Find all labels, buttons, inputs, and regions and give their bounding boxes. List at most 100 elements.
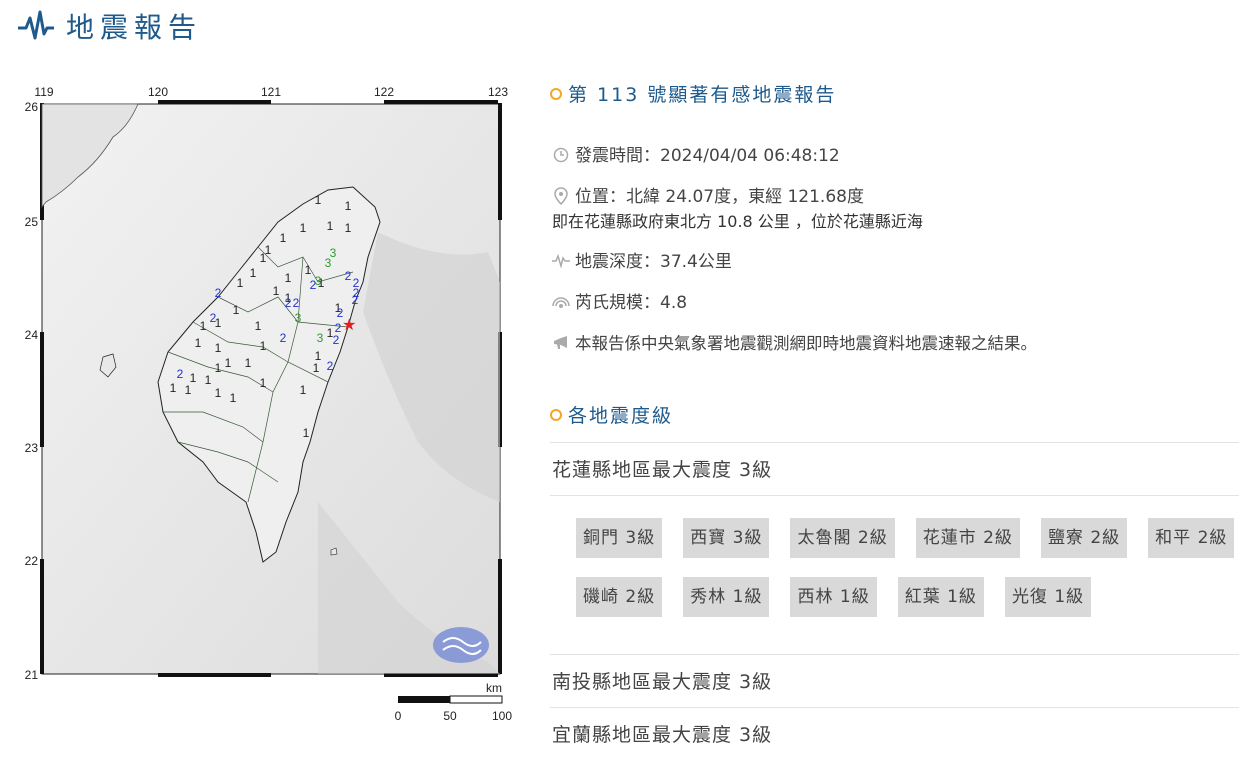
magnitude-row: 芮氏規模：4.8 <box>552 292 1239 314</box>
intensity-list: 花蓮縣地區最大震度 3級 銅門 3級 西寶 3級 太魯閣 2級 花蓮市 2級 鹽… <box>550 442 1239 760</box>
scale-tick-label: 50 <box>443 709 457 722</box>
station-intensity-label: 1 <box>300 383 307 397</box>
region-hualien[interactable]: 花蓮縣地區最大震度 3級 <box>550 443 1239 495</box>
station-chip: 鹽寮 2級 <box>1040 518 1128 558</box>
station-intensity-label: 1 <box>260 251 267 265</box>
magnitude: 芮氏規模：4.8 <box>575 293 688 313</box>
station-intensity-label: 1 <box>237 276 244 290</box>
station-intensity-label: 1 <box>273 284 280 298</box>
station-intensity-label: 3 <box>330 246 337 260</box>
station-intensity-label: 3 <box>317 331 324 345</box>
region-nantou[interactable]: 南投縣地區最大震度 3級 <box>550 655 1239 707</box>
longitude-tick-label: 121 <box>261 85 281 99</box>
station-intensity-label: 1 <box>305 263 312 277</box>
note-row: 本報告係中央氣象署地震觀測網即時地震資料地震速報之結果。 <box>552 333 1239 355</box>
origin-time: 發震時間：2024/04/04 06:48:12 <box>575 146 840 166</box>
report-note: 本報告係中央氣象署地震觀測網即時地震資料地震速報之結果。 <box>575 334 1037 353</box>
location-block: 位置：北緯 24.07度，東經 121.68度 即在花蓮縣政府東北方 10.8 … <box>552 186 1239 232</box>
station-intensity-label: 1 <box>195 336 202 350</box>
station-intensity-label: 1 <box>215 341 222 355</box>
station-intensity-label: 2 <box>293 296 300 310</box>
scale-tick-label: 100 <box>492 709 512 722</box>
page-title: 地震報告 <box>66 11 203 44</box>
cwa-logo <box>433 627 489 663</box>
station-chip: 花蓮市 2級 <box>915 518 1020 558</box>
station-intensity-label: 3 <box>315 274 322 288</box>
depth: 地震深度：37.4公里 <box>575 252 732 272</box>
station-intensity-label: 1 <box>230 391 237 405</box>
depth-row: 地震深度：37.4公里 <box>552 251 1239 273</box>
map-pin-icon <box>552 186 570 206</box>
earthquake-intensity-map: 119 120 121 122 123262524232221 1111111111 11… <box>25 85 513 722</box>
station-intensity-label: 2 <box>280 331 287 345</box>
report-panel: 第 113 號顯著有感地震報告 發震時間：2024/04/04 06:48:12… <box>550 80 1239 760</box>
station-intensity-label: 1 <box>200 319 207 333</box>
station-chip: 太魯閣 2級 <box>790 518 895 558</box>
page-header: 地震報告 <box>16 6 202 46</box>
time-row: 發震時間：2024/04/04 06:48:12 <box>552 145 1239 167</box>
station-intensity-label: 1 <box>303 426 310 440</box>
station-intensity-label: 1 <box>215 361 222 375</box>
station-intensity-label: 2 <box>285 296 292 310</box>
station-intensity-label: 2 <box>210 311 217 325</box>
station-chip: 西林 1級 <box>790 577 877 617</box>
latitude-tick-label: 24 <box>25 328 39 342</box>
station-intensity-label: 2 <box>352 293 359 307</box>
station-intensity-label: 1 <box>313 361 320 375</box>
station-intensity-label: 1 <box>327 219 334 233</box>
longitude-tick-label: 123 <box>488 85 508 99</box>
latitude-tick-label: 26 <box>25 100 39 114</box>
station-chip: 光復 1級 <box>1004 577 1092 617</box>
scale-tick-label: 0 <box>395 709 402 722</box>
station-intensity-label: 1 <box>285 271 292 285</box>
scale-unit-label: km <box>486 681 502 695</box>
intensity-title-row: 各地震度級 <box>550 401 1239 428</box>
longitude-tick-label: 119 <box>34 85 53 99</box>
seismograph-icon <box>552 251 570 271</box>
station-intensity-label: 1 <box>300 221 307 235</box>
location-row: 位置：北緯 24.07度，東經 121.68度 <box>552 186 1239 208</box>
station-intensity-label: 2 <box>345 269 352 283</box>
station-intensity-label: 2 <box>327 359 334 373</box>
station-intensity-label: 1 <box>260 376 267 390</box>
station-intensity-label: 1 <box>185 383 192 397</box>
station-chip: 秀林 1級 <box>683 577 770 617</box>
longitude-tick-label: 120 <box>148 85 168 99</box>
bullet-icon <box>550 87 562 100</box>
report-title: 第 113 號顯著有感地震報告 <box>568 84 837 106</box>
hualien-stations: 銅門 3級 西寶 3級 太魯閣 2級 花蓮市 2級 鹽寮 2級 和平 2級 磯崎… <box>550 496 1239 654</box>
clock-icon <box>552 145 570 165</box>
station-chip: 磯崎 2級 <box>576 577 663 617</box>
location: 位置：北緯 24.07度，東經 121.68度 <box>575 187 864 207</box>
station-intensity-label: 2 <box>215 286 222 300</box>
station-intensity-label: 3 <box>295 311 302 325</box>
report-info: 發震時間：2024/04/04 06:48:12 位置：北緯 24.07度，東經… <box>552 145 1239 355</box>
location-detail: 即在花蓮縣政府東北方 10.8 公里 ，位於花蓮縣近海 <box>552 212 923 231</box>
station-intensity-label: 1 <box>250 266 257 280</box>
station-intensity-label: 1 <box>205 373 212 387</box>
station-intensity-label: 1 <box>280 231 287 245</box>
region-yilan[interactable]: 宜蘭縣地區最大震度 3級 <box>550 708 1239 760</box>
station-intensity-label: 1 <box>260 339 267 353</box>
station-intensity-label: 1 <box>215 386 222 400</box>
station-intensity-label: 1 <box>170 381 177 395</box>
station-intensity-label: 1 <box>255 319 262 333</box>
longitude-tick-label: 122 <box>374 85 394 99</box>
megaphone-icon <box>552 333 570 353</box>
station-intensity-label: 1 <box>225 356 232 370</box>
latitude-tick-label: 22 <box>25 554 39 568</box>
station-intensity-label: 1 <box>315 193 322 207</box>
station-intensity-label: 1 <box>245 356 252 370</box>
station-chip: 和平 2級 <box>1148 518 1235 558</box>
latitude-tick-label: 23 <box>25 441 39 455</box>
station-intensity-label: 1 <box>233 303 240 317</box>
bullet-icon <box>550 408 562 421</box>
station-intensity-label: 2 <box>333 333 340 347</box>
station-intensity-label: 1 <box>345 199 352 213</box>
report-title-row: 第 113 號顯著有感地震報告 <box>550 80 1239 107</box>
latitude-tick-label: 25 <box>25 215 39 229</box>
station-chip: 銅門 3級 <box>576 518 663 558</box>
station-chip: 紅葉 1級 <box>897 577 984 617</box>
intensity-title: 各地震度級 <box>568 405 674 427</box>
station-chip: 西寶 3級 <box>683 518 770 558</box>
